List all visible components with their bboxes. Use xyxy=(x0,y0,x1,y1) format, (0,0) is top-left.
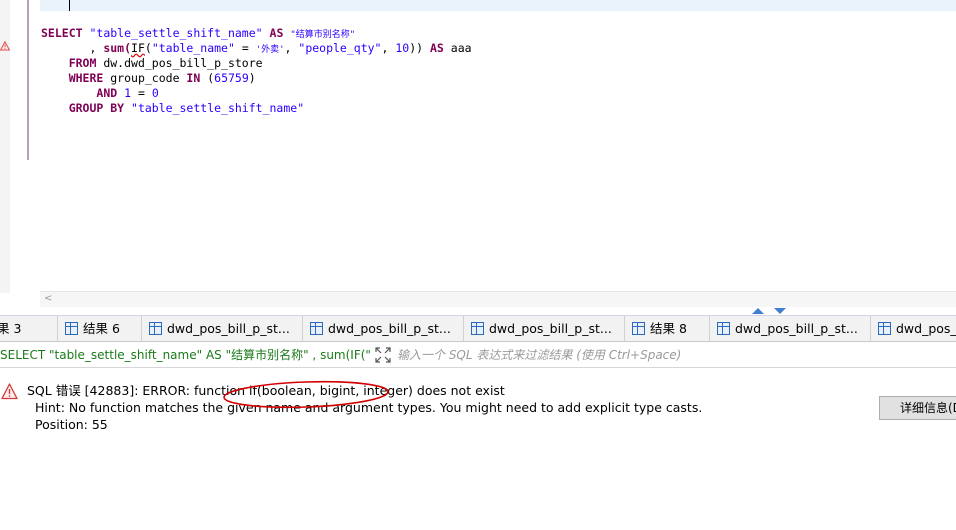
panel-sash-arrows-icon[interactable] xyxy=(752,307,788,315)
code-token: "table_name" xyxy=(151,41,235,55)
sql-code[interactable]: SELECT "table_settle_shift_name" AS "结算市… xyxy=(41,26,472,116)
tab-label: 果 3 xyxy=(0,321,22,336)
code-token: sum( xyxy=(103,41,132,55)
tab-label: 结果 6 xyxy=(83,321,120,336)
code-token: )) xyxy=(409,41,430,55)
details-button[interactable]: 详细信息(D xyxy=(879,396,956,420)
tab-result-6[interactable]: 结果 6 xyxy=(58,316,142,342)
code-token: SELECT xyxy=(41,26,83,40)
editor-caret xyxy=(69,0,70,11)
tab-result-8[interactable]: 结果 8 xyxy=(625,316,710,342)
table-icon xyxy=(878,322,891,335)
code-token: IN xyxy=(186,71,201,85)
table-icon xyxy=(717,322,730,335)
code-token: AND xyxy=(96,86,118,100)
table-icon xyxy=(471,322,484,335)
filter-input[interactable] xyxy=(397,345,953,365)
tab-dwd-pos-bill-2[interactable]: dwd_pos_bill_p_st... xyxy=(303,316,464,342)
tab-label: dwd_pos_bill_p_st... xyxy=(735,321,858,336)
code-line[interactable]: FROM dw.dwd_pos_bill_p_store xyxy=(41,56,472,71)
error-title-suffix: does not exist xyxy=(412,383,505,398)
scroll-left-arrow-icon[interactable]: < xyxy=(44,292,52,306)
code-line[interactable]: WHERE group_code IN (65759) xyxy=(41,71,472,86)
annotation-red-ellipse xyxy=(223,380,389,409)
error-position: Position: 55 xyxy=(35,417,108,432)
result-filter-bar: SELECT "table_settle_shift_name" AS "结算市… xyxy=(0,342,956,368)
code-token: IF xyxy=(131,41,145,55)
code-token: 65759 xyxy=(214,71,249,85)
tab-label: dwd_pos_bill_p_st... xyxy=(167,321,290,336)
code-token: "people_qty" xyxy=(298,41,382,55)
code-token: "table_settle_shift_name" xyxy=(131,101,305,115)
code-token: 1 xyxy=(124,86,132,100)
code-line[interactable]: SELECT "table_settle_shift_name" AS "结算市… xyxy=(41,26,472,41)
code-token: group_code xyxy=(103,71,187,85)
code-token: WHERE xyxy=(68,71,104,85)
result-tab-bar: 果 3 结果 6 dwd_pos_bill_p_st... dwd_pos_bi… xyxy=(0,315,956,342)
table-icon xyxy=(65,322,78,335)
error-panel: SQL 错误 [42883]: ERROR: function if(boole… xyxy=(0,369,956,530)
code-token: ( xyxy=(144,41,152,55)
code-token: ( xyxy=(200,71,215,85)
code-token: , xyxy=(41,41,104,55)
tab-label: 结果 8 xyxy=(650,321,687,336)
tab-label: dwd_pos_bill_p_st... xyxy=(328,321,451,336)
tab-dwd-pos-bill-4[interactable]: dwd_pos_bill_p_st... xyxy=(710,316,871,342)
error-title-prefix: SQL 错误 [42883]: ERROR: function xyxy=(27,383,250,398)
code-token: , xyxy=(284,41,299,55)
code-token: '外卖' xyxy=(255,45,285,55)
code-token: 10 xyxy=(395,41,410,55)
editor-current-line xyxy=(40,0,956,11)
code-token: = xyxy=(131,86,152,100)
tab-label: dwd_pos_bill_p_st... xyxy=(489,321,612,336)
expand-icon[interactable] xyxy=(375,347,391,363)
code-token: FROM xyxy=(68,56,97,70)
code-token: "table_settle_shift_name" xyxy=(89,26,263,40)
code-token: AS xyxy=(269,26,284,40)
query-text[interactable]: SELECT "table_settle_shift_name" AS "结算市… xyxy=(0,342,370,368)
tab-dwd-pos-bill-3[interactable]: dwd_pos_bill_p_st... xyxy=(464,316,625,342)
code-line[interactable]: , sum(IF("table_name" = '外卖', "people_qt… xyxy=(41,41,472,56)
tab-label: dwd_pos_b xyxy=(896,321,956,336)
code-token: = xyxy=(234,41,256,55)
code-line[interactable]: AND 1 = 0 xyxy=(41,86,472,101)
code-token: ) xyxy=(248,71,256,85)
code-token: GROUP BY xyxy=(68,101,125,115)
editor-ruler xyxy=(21,0,29,160)
tab-result-3[interactable]: 果 3 xyxy=(0,316,58,342)
table-icon xyxy=(149,322,162,335)
sql-editor[interactable]: SELECT "table_settle_shift_name" AS "结算市… xyxy=(0,0,956,293)
code-token: AS xyxy=(429,41,444,55)
code-token: dw.dwd_pos_bill_p_store xyxy=(96,56,263,70)
tab-dwd-pos-bill-1[interactable]: dwd_pos_bill_p_st... xyxy=(142,316,303,342)
code-token: aaa xyxy=(443,41,472,55)
code-token: , xyxy=(381,41,396,55)
table-icon xyxy=(632,322,645,335)
warning-icon xyxy=(0,41,10,51)
editor-horizontal-scrollbar[interactable]: < xyxy=(40,291,956,307)
tab-dwd-pos-bill-5[interactable]: dwd_pos_b xyxy=(871,316,956,342)
code-line[interactable]: GROUP BY "table_settle_shift_name" xyxy=(41,101,472,116)
code-token: 0 xyxy=(151,86,159,100)
code-token: "结算市别名称" xyxy=(290,30,356,40)
table-icon xyxy=(310,322,323,335)
error-icon xyxy=(1,383,18,400)
